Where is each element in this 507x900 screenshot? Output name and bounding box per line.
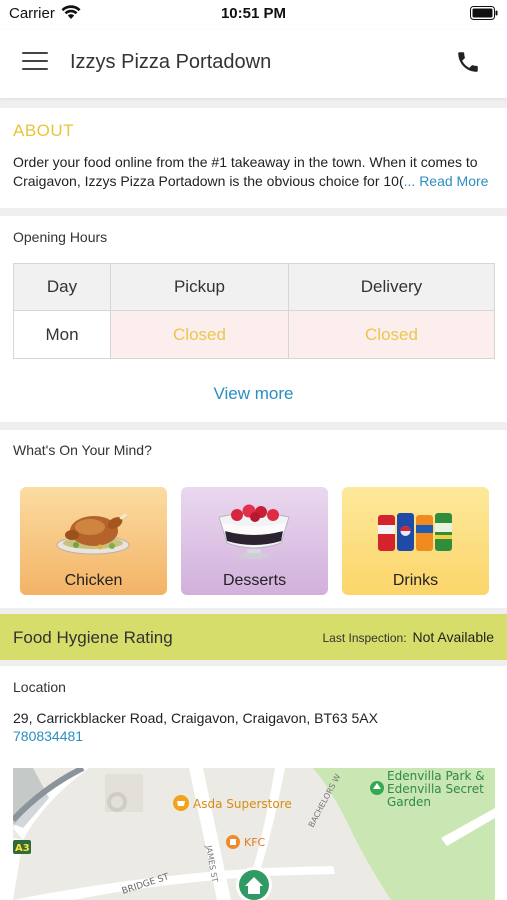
phone-number-link[interactable]: 780834481 [13,728,83,744]
category-label-drinks: Drinks [392,572,439,589]
map-label-park3: Garden [387,795,431,809]
map-label-park: Edenvilla Park & [387,769,485,783]
location-section: Location 29, Carrickblacker Road, Craiga… [0,666,507,900]
whats-on-your-mind-heading: What's On Your Mind? [13,442,152,458]
category-card-chicken[interactable]: Chicken [20,487,167,595]
last-inspection-label: Last Inspection: [322,631,407,645]
road-label-a3: A3 [15,843,30,854]
opening-hours-section: Opening Hours Day Pickup Delivery Mon Cl… [0,216,507,422]
read-more-link[interactable]: ... Read More [404,173,489,189]
pickup-status-cell: Closed [110,310,289,359]
category-card-desserts[interactable]: Desserts [181,487,328,595]
column-header-day: Day [13,263,111,311]
battery-icon [470,6,498,20]
map-label-asda: Asda Superstore [193,797,292,811]
roast-chicken-icon [56,513,130,555]
map-label-kfc: KFC [244,836,266,849]
table-row: Mon Closed Closed [13,310,496,359]
status-bar: Carrier 10:51 PM [0,0,507,30]
map-label-park2: Edenvilla Secret [387,782,484,796]
category-card-drinks[interactable]: Drinks [342,487,489,595]
category-label-chicken: Chicken [64,572,123,589]
app-header: Izzys Pizza Portadown [0,30,507,98]
page-title: Izzys Pizza Portadown [70,51,272,73]
hamburger-menu-icon[interactable] [22,52,48,74]
view-more-link[interactable]: View more [0,384,507,404]
location-heading: Location [13,679,66,695]
delivery-status-cell: Closed [287,310,496,359]
opening-hours-heading: Opening Hours [13,229,108,245]
whats-on-your-mind-section: What's On Your Mind? Chicken Desserts Dr… [0,430,507,608]
food-hygiene-bar: Food Hygiene Rating Last Inspection: Not … [0,614,507,660]
last-inspection: Last Inspection: Not Available [322,629,494,645]
opening-hours-table: Day Pickup Delivery Mon Closed Closed [13,263,496,359]
last-inspection-value: Not Available [412,629,494,645]
status-time: 10:51 PM [220,5,287,22]
about-text: Order your food online from the #1 takea… [13,153,497,191]
address-text: 29, Carrickblacker Road, Craigavon, Crai… [13,710,378,726]
table-header-row: Day Pickup Delivery [13,263,496,311]
location-map[interactable]: A3 Asda Superstore KFC Edenvilla Park & … [13,768,495,900]
food-icon [230,839,236,845]
day-cell: Mon [13,310,111,359]
dessert-bowl-icon [218,504,290,559]
soda-cans-icon [378,513,452,551]
about-section: ABOUT Order your food online from the #1… [0,108,507,208]
category-label-desserts: Desserts [222,572,287,589]
column-header-pickup: Pickup [110,263,289,311]
cart-icon [177,801,185,806]
food-hygiene-label: Food Hygiene Rating [13,628,173,647]
phone-call-icon[interactable] [455,49,481,75]
column-header-delivery: Delivery [287,263,496,311]
about-heading: ABOUT [13,121,75,140]
map-canvas: A3 Asda Superstore KFC Edenvilla Park & … [13,768,495,900]
